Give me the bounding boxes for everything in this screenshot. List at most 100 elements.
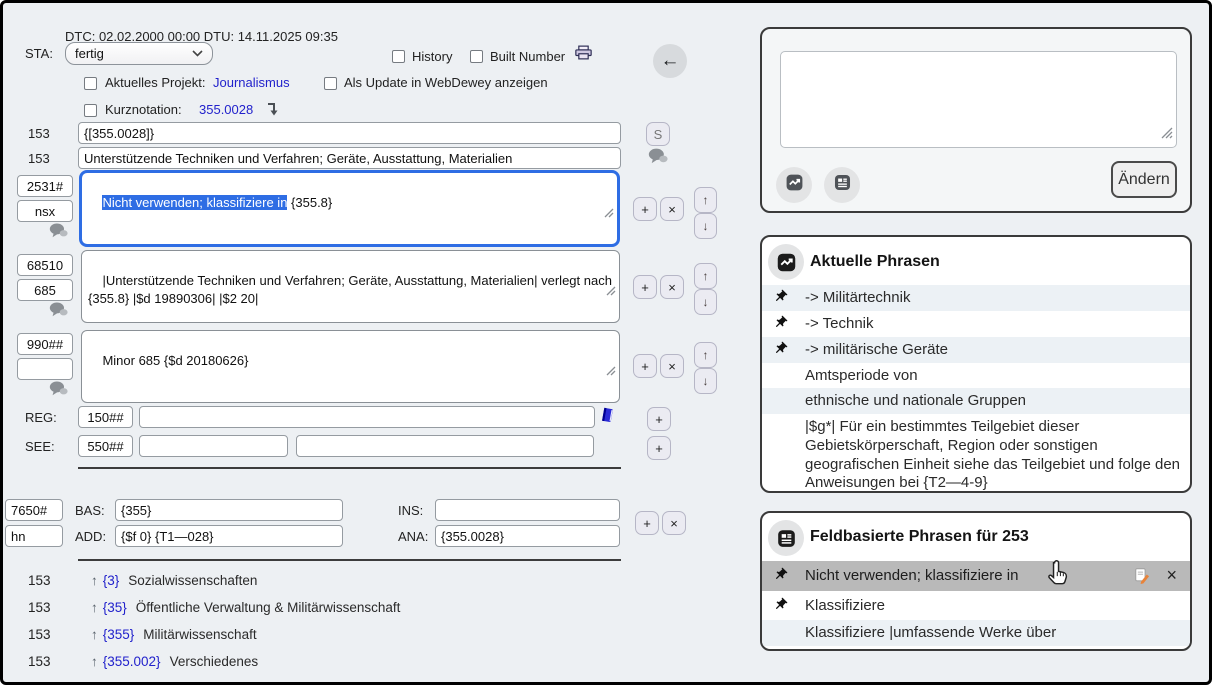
note3-textarea[interactable]: Minor 685 {$d 20180626}	[81, 330, 620, 403]
synth-tag2-input[interactable]	[5, 525, 63, 547]
reg-value-input[interactable]	[139, 406, 595, 428]
see-value2-input[interactable]	[296, 435, 594, 457]
comment-bubble-icon[interactable]	[49, 302, 68, 322]
document-lines-icon	[833, 173, 852, 197]
resize-handle-icon[interactable]	[584, 344, 616, 399]
note1-textarea[interactable]: Nicht verwenden; klassifiziere in {355.8…	[79, 170, 620, 247]
synth-add-button[interactable]: +	[635, 511, 659, 535]
aktuelles-projekt-label: Aktuelles Projekt:	[105, 75, 205, 90]
als-update-checkbox[interactable]	[324, 77, 337, 90]
hand-cursor	[1045, 559, 1070, 594]
note1-remove-button[interactable]: ×	[660, 197, 684, 221]
phrase-list-item[interactable]: -> Militärtechnik	[762, 285, 1190, 311]
pin-icon[interactable]	[773, 289, 788, 309]
synth-tag1-input[interactable]	[5, 499, 63, 521]
resize-handle-icon[interactable]	[582, 186, 614, 241]
note3-move-up-button[interactable]: ↑	[694, 342, 717, 368]
add-label: ADD:	[75, 529, 106, 544]
book-icon[interactable]	[600, 407, 615, 428]
note3-remove-button[interactable]: ×	[660, 354, 684, 378]
note2-remove-button[interactable]: ×	[660, 275, 684, 299]
phrase-list-item-highlighted[interactable]: Nicht verwenden; klassifiziere in ×	[762, 561, 1190, 591]
kurznotation-link[interactable]: 355.0028	[199, 102, 253, 117]
printer-icon[interactable]	[575, 45, 592, 65]
hierarchy-label: Öffentliche Verwaltung & Militärwissensc…	[136, 600, 401, 615]
phrase-list-item[interactable]: Klassifiziere	[762, 591, 1190, 620]
resize-handle-icon[interactable]	[584, 264, 616, 319]
note2-text: |Unterstützende Techniken und Verfahren;…	[88, 273, 616, 306]
caption-input[interactable]	[78, 147, 621, 169]
pin-icon[interactable]	[773, 341, 788, 361]
built-number-checkbox[interactable]	[470, 50, 483, 63]
ins-input[interactable]	[435, 499, 620, 521]
kurznotation-checkbox[interactable]	[84, 104, 97, 117]
aktuelle-phrasen-panel: Aktuelle Phrasen -> Militärtechnik -> Te…	[760, 235, 1192, 493]
note1-move-up-button[interactable]: ↑	[694, 187, 717, 213]
history-label: History	[412, 49, 452, 64]
note3-add-button[interactable]: +	[633, 354, 657, 378]
history-checkbox[interactable]	[392, 50, 405, 63]
phrase-list-item[interactable]: |$g*| Für ein bestimmtes Teilgebiet dies…	[762, 414, 1190, 493]
hierarchy-tag: 153	[28, 573, 91, 588]
hierarchy-tag: 153	[28, 600, 91, 615]
see-value1-input[interactable]	[139, 435, 288, 457]
phrase-list-item[interactable]: -> Technik	[762, 311, 1190, 337]
note1-add-button[interactable]: +	[633, 197, 657, 221]
note3-move-down-button[interactable]: ↓	[694, 368, 717, 394]
field-tag-153-1: 153	[28, 126, 50, 141]
reg-tag-input[interactable]	[78, 406, 133, 428]
hierarchy-row: 153 ↑ {355} Militärwissenschaft	[28, 627, 257, 642]
edit-phrase-icon[interactable]	[1133, 567, 1150, 589]
comment-bubble-icon[interactable]	[49, 223, 68, 243]
note2-subtag-input[interactable]	[17, 279, 73, 301]
aendern-button[interactable]: Ändern	[1111, 161, 1177, 198]
see-tag-input[interactable]	[78, 435, 133, 457]
feldbasierte-phrasen-button[interactable]	[824, 167, 860, 203]
notation-input[interactable]	[78, 122, 621, 144]
hierarchy-number-link[interactable]: {3}	[103, 573, 120, 588]
hierarchy-number-link[interactable]: {35}	[103, 600, 127, 615]
phrase-text: -> Technik	[805, 315, 874, 332]
note2-move-down-button[interactable]: ↓	[694, 289, 717, 315]
note3-subtag-input[interactable]	[17, 358, 73, 380]
back-button[interactable]: ←	[653, 44, 687, 78]
phrase-editor-card: Ändern	[760, 27, 1192, 213]
note1-subtag-input[interactable]	[17, 200, 73, 222]
resize-handle-icon[interactable]	[1161, 126, 1173, 144]
hierarchy-number-link[interactable]: {355.002}	[103, 654, 161, 669]
pin-icon[interactable]	[773, 315, 788, 335]
aktuelles-projekt-checkbox[interactable]	[84, 77, 97, 90]
s-button[interactable]: S	[646, 122, 670, 146]
phrase-list-item[interactable]: Klassifiziere |umfassende Werke über	[762, 620, 1190, 646]
synth-remove-button[interactable]: ×	[662, 511, 686, 535]
see-add-button[interactable]: +	[647, 436, 671, 460]
up-arrow-icon: ↑	[91, 627, 98, 642]
comment-bubble-icon[interactable]	[49, 381, 68, 401]
note3-tag-input[interactable]	[17, 333, 73, 355]
aktuelle-phrasen-button[interactable]	[776, 167, 812, 203]
phrase-list-item[interactable]: ethnische und nationale Gruppen	[762, 388, 1190, 414]
note2-move-up-button[interactable]: ↑	[694, 263, 717, 289]
note2-textarea[interactable]: |Unterstützende Techniken und Verfahren;…	[81, 250, 620, 323]
up-arrow-icon: ↑	[91, 600, 98, 615]
comment-bubble-icon[interactable]	[648, 148, 668, 169]
note2-add-button[interactable]: +	[633, 275, 657, 299]
phrase-list-item[interactable]: Amtsperiode von	[762, 363, 1190, 388]
corner-down-arrow-icon[interactable]	[266, 101, 280, 121]
pin-icon[interactable]	[773, 567, 788, 587]
add-input[interactable]	[115, 525, 343, 547]
status-select[interactable]: fertig	[65, 42, 213, 65]
bas-input[interactable]	[115, 499, 343, 521]
reg-add-button[interactable]: +	[647, 407, 671, 431]
aktuelles-projekt-link[interactable]: Journalismus	[213, 75, 290, 90]
note1-move-down-button[interactable]: ↓	[694, 213, 717, 239]
close-icon[interactable]: ×	[1166, 566, 1177, 584]
note1-tag-input[interactable]	[17, 175, 73, 197]
note2-tag-input[interactable]	[17, 254, 73, 276]
phrase-editor-textarea[interactable]	[780, 51, 1177, 148]
hierarchy-number-link[interactable]: {355}	[103, 627, 135, 642]
pin-icon[interactable]	[773, 597, 788, 617]
phrase-list-item[interactable]: -> militärische Geräte	[762, 337, 1190, 363]
hierarchy-label: Sozialwissenschaften	[128, 573, 257, 588]
ana-input[interactable]	[435, 525, 620, 547]
